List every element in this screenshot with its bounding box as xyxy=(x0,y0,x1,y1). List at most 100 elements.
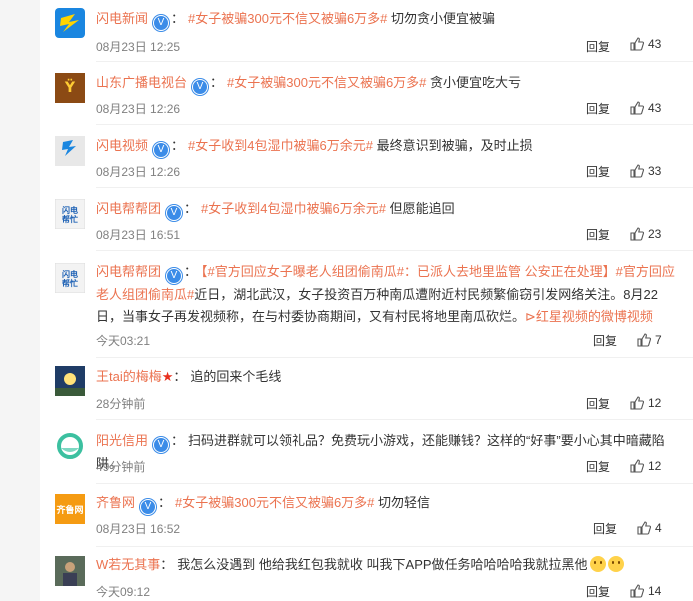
comment-time: 08月23日 16:52 xyxy=(96,522,181,536)
topic-link[interactable]: #女子收到4包湿巾被骗6万余元# xyxy=(201,201,386,216)
reply-button[interactable]: 回复 xyxy=(586,458,610,475)
avatar[interactable]: Ÿ xyxy=(55,73,85,103)
avatar[interactable]: 闪电 帮忙 xyxy=(55,199,85,229)
comment-item: 闪电 帮忙 闪电帮帮团 V：【#官方回应女子曝老人组团偷南瓜#：已派人去地里监管 … xyxy=(40,251,693,358)
shandian-video-logo-icon xyxy=(55,136,85,166)
topic-link[interactable]: #女子收到4包湿巾被骗6万余元# xyxy=(188,138,373,153)
like-count: 12 xyxy=(648,396,662,410)
qilu-logo-icon: 齐鲁网 xyxy=(55,494,85,524)
user-name-link[interactable]: W若无其事 xyxy=(96,557,160,572)
thumbs-up-icon xyxy=(637,521,652,535)
bangbangtuan-logo-icon: 闪电 帮忙 xyxy=(55,263,85,293)
comment-text: 闪电帮帮团 V：【#官方回应女子曝老人组团偷南瓜#：已派人去地里监管 公安正在处理… xyxy=(96,264,675,324)
comment-item: 闪电视频 V： #女子收到4包湿巾被骗6万余元# 最终意识到被骗，及时止损 08月2… xyxy=(40,125,693,188)
shandian-news-logo-icon xyxy=(55,8,85,38)
night-sky-avatar-icon xyxy=(55,366,85,396)
comment-content: 追的回来个毛线 xyxy=(190,369,282,384)
like-count: 43 xyxy=(648,37,662,51)
video-link-label: 红星视频的微博视频 xyxy=(535,309,653,324)
comment-time: 08月23日 12:25 xyxy=(96,40,181,54)
like-button[interactable]: 43 xyxy=(630,37,661,51)
like-button[interactable]: 23 xyxy=(630,227,661,241)
avatar[interactable] xyxy=(55,136,85,166)
user-name-link[interactable]: 齐鲁网 xyxy=(96,495,135,510)
comment-content: 切勿轻信 xyxy=(378,495,431,510)
reply-button[interactable]: 回复 xyxy=(586,395,610,412)
comment-content: 我怎么没遇到 他给我红包我就收 叫我下APP做任务哈哈哈哈我就拉黑他 xyxy=(177,557,588,572)
svg-text:齐鲁网: 齐鲁网 xyxy=(56,504,83,516)
smiley-emoji-icon xyxy=(607,556,624,572)
like-count: 14 xyxy=(648,584,662,598)
reply-button[interactable]: 回复 xyxy=(593,520,617,537)
comment-content: 切勿贪小便宜被骗 xyxy=(391,11,496,26)
topic-link[interactable]: #女子被骗300元不信又被骗6万多# xyxy=(227,75,426,90)
reply-button[interactable]: 回复 xyxy=(586,100,610,117)
comment-item: 齐鲁网 齐鲁网 V： #女子被骗300元不信又被骗6万多# 切勿轻信 08月23日 … xyxy=(40,484,693,547)
comment-text: 闪电新闻 V： #女子被骗300元不信又被骗6万多# 切勿贪小便宜被骗 xyxy=(96,8,681,31)
like-button[interactable]: 12 xyxy=(630,459,661,473)
svg-text:帮忙: 帮忙 xyxy=(62,214,78,224)
comment-time: 08月23日 12:26 xyxy=(96,165,181,179)
reply-button[interactable]: 回复 xyxy=(586,226,610,243)
user-name-link[interactable]: 王tai的梅梅 xyxy=(96,369,162,384)
comment-item: 闪电 帮忙 闪电帮帮团 V： #女子收到4包湿巾被骗6万余元# 但愿能追回 08月2… xyxy=(40,188,693,251)
sdtv-logo-icon: Ÿ xyxy=(55,73,85,103)
comment-item: 王tai的梅梅★： 追的回来个毛线 28分钟前 回复 12 xyxy=(40,358,693,420)
comment-text: 王tai的梅梅★： 追的回来个毛线 xyxy=(96,369,282,384)
user-name-link[interactable]: 闪电帮帮团 xyxy=(96,264,161,279)
user-name-link[interactable]: 闪电帮帮团 xyxy=(96,201,161,216)
comment-item: 阳光信用 V：扫码进群就可以领礼品？免费玩小游戏，还能赚钱？这样的“好事”要小心其… xyxy=(40,420,693,484)
user-name-link[interactable]: 山东广播电视台 xyxy=(96,75,187,90)
comment-text: 齐鲁网 V： #女子被骗300元不信又被骗6万多# 切勿轻信 xyxy=(96,492,681,515)
avatar[interactable]: 闪电 帮忙 xyxy=(55,263,85,293)
like-count: 12 xyxy=(648,459,662,473)
photo-avatar-icon xyxy=(55,556,85,586)
avatar[interactable]: 齐鲁网 xyxy=(55,494,85,524)
reply-button[interactable]: 回复 xyxy=(586,163,610,180)
svg-text:Ÿ: Ÿ xyxy=(64,79,76,96)
avatar[interactable] xyxy=(55,366,85,396)
avatar[interactable] xyxy=(55,8,85,38)
comment-text: W若无其事： 我怎么没遇到 他给我红包我就收 叫我下APP做任务哈哈哈哈我就拉黑他 xyxy=(96,554,681,576)
comment-item: Ÿ 山东广播电视台 V： #女子被骗300元不信又被骗6万多# 贪小便宜吃大亏 08… xyxy=(40,62,693,125)
thumbs-up-icon xyxy=(630,164,645,178)
like-button[interactable]: 33 xyxy=(630,164,661,178)
comment-time: 今天03:21 xyxy=(96,334,151,348)
sunshine-credit-logo-icon xyxy=(55,431,85,461)
thumbs-up-icon xyxy=(630,459,645,473)
svg-text:帮忙: 帮忙 xyxy=(62,278,78,288)
comment-item: W若无其事： 我怎么没遇到 他给我红包我就收 叫我下APP做任务哈哈哈哈我就拉黑他… xyxy=(40,547,693,601)
comment-item: 闪电新闻 V： #女子被骗300元不信又被骗6万多# 切勿贪小便宜被骗 08月23日… xyxy=(40,0,693,62)
like-button[interactable]: 43 xyxy=(630,101,661,115)
comment-time: 08月23日 12:26 xyxy=(96,102,181,116)
like-button[interactable]: 12 xyxy=(630,396,661,410)
verified-icon: V xyxy=(153,142,170,158)
svg-text:闪电: 闪电 xyxy=(62,269,78,279)
like-button[interactable]: 4 xyxy=(637,521,662,535)
topic-link[interactable]: #女子被骗300元不信又被骗6万多# xyxy=(188,11,387,26)
topic-link[interactable]: #女子被骗300元不信又被骗6万多# xyxy=(175,495,374,510)
comment-list: 闪电新闻 V： #女子被骗300元不信又被骗6万多# 切勿贪小便宜被骗 08月23日… xyxy=(40,0,693,601)
user-name-link[interactable]: 闪电新闻 xyxy=(96,11,148,26)
reply-button[interactable]: 回复 xyxy=(586,38,610,55)
reply-button[interactable]: 回复 xyxy=(593,332,617,349)
vip-star-icon: ★ xyxy=(161,369,174,384)
like-button[interactable]: 14 xyxy=(630,584,661,598)
comment-content: 最终意识到被骗，及时止损 xyxy=(376,138,533,153)
user-name-link[interactable]: 阳光信用 xyxy=(96,433,148,448)
avatar[interactable] xyxy=(55,431,85,461)
verified-icon: V xyxy=(166,268,183,284)
video-link[interactable]: ⊳红星视频的微博视频 xyxy=(525,309,653,324)
verified-icon: V xyxy=(140,499,157,515)
like-count: 43 xyxy=(648,101,662,115)
verified-icon: V xyxy=(153,15,170,31)
comment-time: 今天09:12 xyxy=(96,585,151,599)
comment-time: 28分钟前 xyxy=(96,397,146,411)
headline-link[interactable]: 【#官方回应女子曝老人组团偷南瓜#：已派人去地里监管 公安正在处理】 xyxy=(201,264,616,279)
avatar[interactable] xyxy=(55,556,85,586)
like-button[interactable]: 7 xyxy=(637,333,662,347)
comment-content: 但愿能追回 xyxy=(389,201,455,216)
svg-text:闪电: 闪电 xyxy=(62,205,78,215)
reply-button[interactable]: 回复 xyxy=(586,583,610,600)
user-name-link[interactable]: 闪电视频 xyxy=(96,138,148,153)
